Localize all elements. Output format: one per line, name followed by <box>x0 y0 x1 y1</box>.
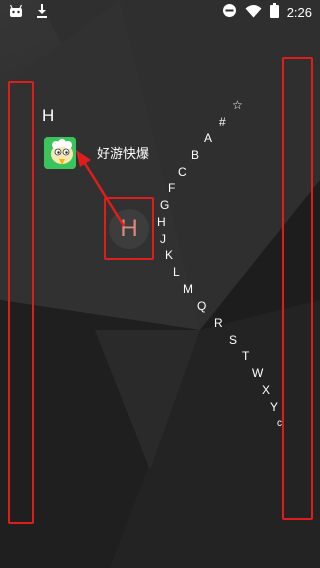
annotation-arrow <box>76 150 126 227</box>
